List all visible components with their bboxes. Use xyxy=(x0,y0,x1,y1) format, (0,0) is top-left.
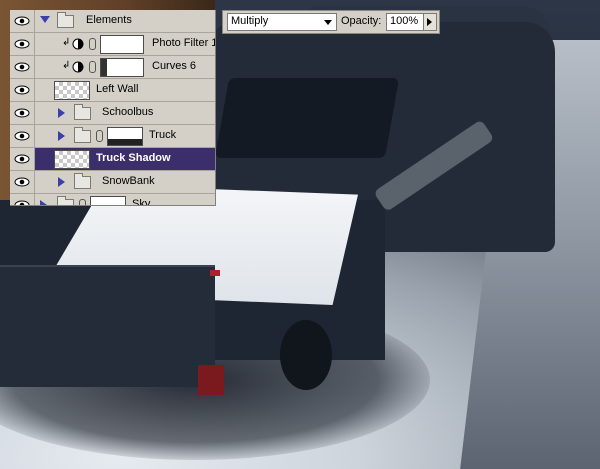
eye-icon[interactable] xyxy=(10,194,35,205)
folder-icon xyxy=(57,12,74,28)
layer-name: Photo Filter 1 xyxy=(152,37,216,49)
eye-icon[interactable] xyxy=(10,171,35,193)
clip-arrow-icon: ↲ xyxy=(62,37,71,48)
eye-icon[interactable] xyxy=(10,79,35,101)
opacity-input[interactable]: 100% xyxy=(386,13,424,31)
opacity-value: 100% xyxy=(390,15,419,27)
blend-mode-value: Multiply xyxy=(231,15,269,27)
layer-mask-thumbnail[interactable] xyxy=(100,35,144,54)
eye-icon[interactable] xyxy=(10,102,35,124)
layer-name: Truck xyxy=(149,129,177,141)
link-icon[interactable] xyxy=(96,130,103,142)
layer-mask-thumbnail[interactable] xyxy=(90,196,126,205)
layer-name: SnowBank xyxy=(102,175,155,187)
truck-taillight xyxy=(198,365,224,395)
blend-mode-dropdown[interactable]: Multiply xyxy=(227,13,337,31)
expand-triangle-icon[interactable] xyxy=(40,16,50,23)
opacity-slider-button[interactable] xyxy=(423,13,437,31)
layer-thumbnail[interactable] xyxy=(54,150,90,169)
folder-icon xyxy=(74,173,91,189)
layer-row-photo-filter[interactable]: ↲ Photo Filter 1 xyxy=(10,33,215,56)
layer-row-truck-shadow[interactable]: Truck Shadow xyxy=(10,148,215,171)
opacity-label: Opacity: xyxy=(341,15,382,27)
layer-row-left-wall[interactable]: Left Wall xyxy=(10,79,215,102)
chevron-down-icon xyxy=(324,20,332,25)
eye-icon[interactable] xyxy=(10,125,35,147)
layer-name: Left Wall xyxy=(96,83,139,95)
eye-icon[interactable] xyxy=(10,148,35,170)
layer-row-curves[interactable]: ↲ Curves 6 xyxy=(10,56,215,79)
expand-triangle-icon[interactable] xyxy=(40,200,47,205)
layer-row-elements[interactable]: Elements xyxy=(10,10,215,33)
red-flag xyxy=(210,270,220,276)
layer-name: Sky xyxy=(132,198,151,206)
link-icon[interactable] xyxy=(89,38,96,50)
layers-panel: Elements ↲ Photo Filter 1 ↲ Curves 6 Lef… xyxy=(10,10,216,206)
adjustment-icon xyxy=(72,61,84,73)
folder-icon xyxy=(74,127,91,143)
eye-icon[interactable] xyxy=(10,33,35,55)
expand-triangle-icon[interactable] xyxy=(58,177,65,187)
link-icon[interactable] xyxy=(79,199,86,205)
eye-icon[interactable] xyxy=(10,10,35,32)
expand-triangle-icon[interactable] xyxy=(58,108,65,118)
layer-name: Truck Shadow xyxy=(96,152,171,164)
layer-name: Schoolbus xyxy=(102,106,154,118)
layer-row-truck[interactable]: Truck xyxy=(10,125,215,148)
link-icon[interactable] xyxy=(89,61,96,73)
layer-row-schoolbus[interactable]: Schoolbus xyxy=(10,102,215,125)
layer-name: Elements xyxy=(86,14,132,26)
layer-mask-thumbnail[interactable] xyxy=(107,127,143,146)
truck-rear-window xyxy=(214,78,400,158)
layer-name: Curves 6 xyxy=(152,60,197,72)
expand-triangle-icon[interactable] xyxy=(58,131,65,141)
layer-mask-thumbnail[interactable] xyxy=(100,58,144,77)
layer-row-sky[interactable]: Sky xyxy=(10,194,215,206)
eye-icon[interactable] xyxy=(10,56,35,78)
layer-options-bar: Multiply Opacity: 100% xyxy=(222,10,440,34)
clip-arrow-icon: ↲ xyxy=(62,60,71,71)
truck-tailgate xyxy=(0,265,215,387)
adjustment-icon xyxy=(72,38,84,50)
folder-icon xyxy=(57,196,74,205)
layer-row-snowbank[interactable]: SnowBank xyxy=(10,171,215,194)
layer-thumbnail[interactable] xyxy=(54,81,90,100)
truck-wheel xyxy=(280,320,332,390)
folder-icon xyxy=(74,104,91,120)
